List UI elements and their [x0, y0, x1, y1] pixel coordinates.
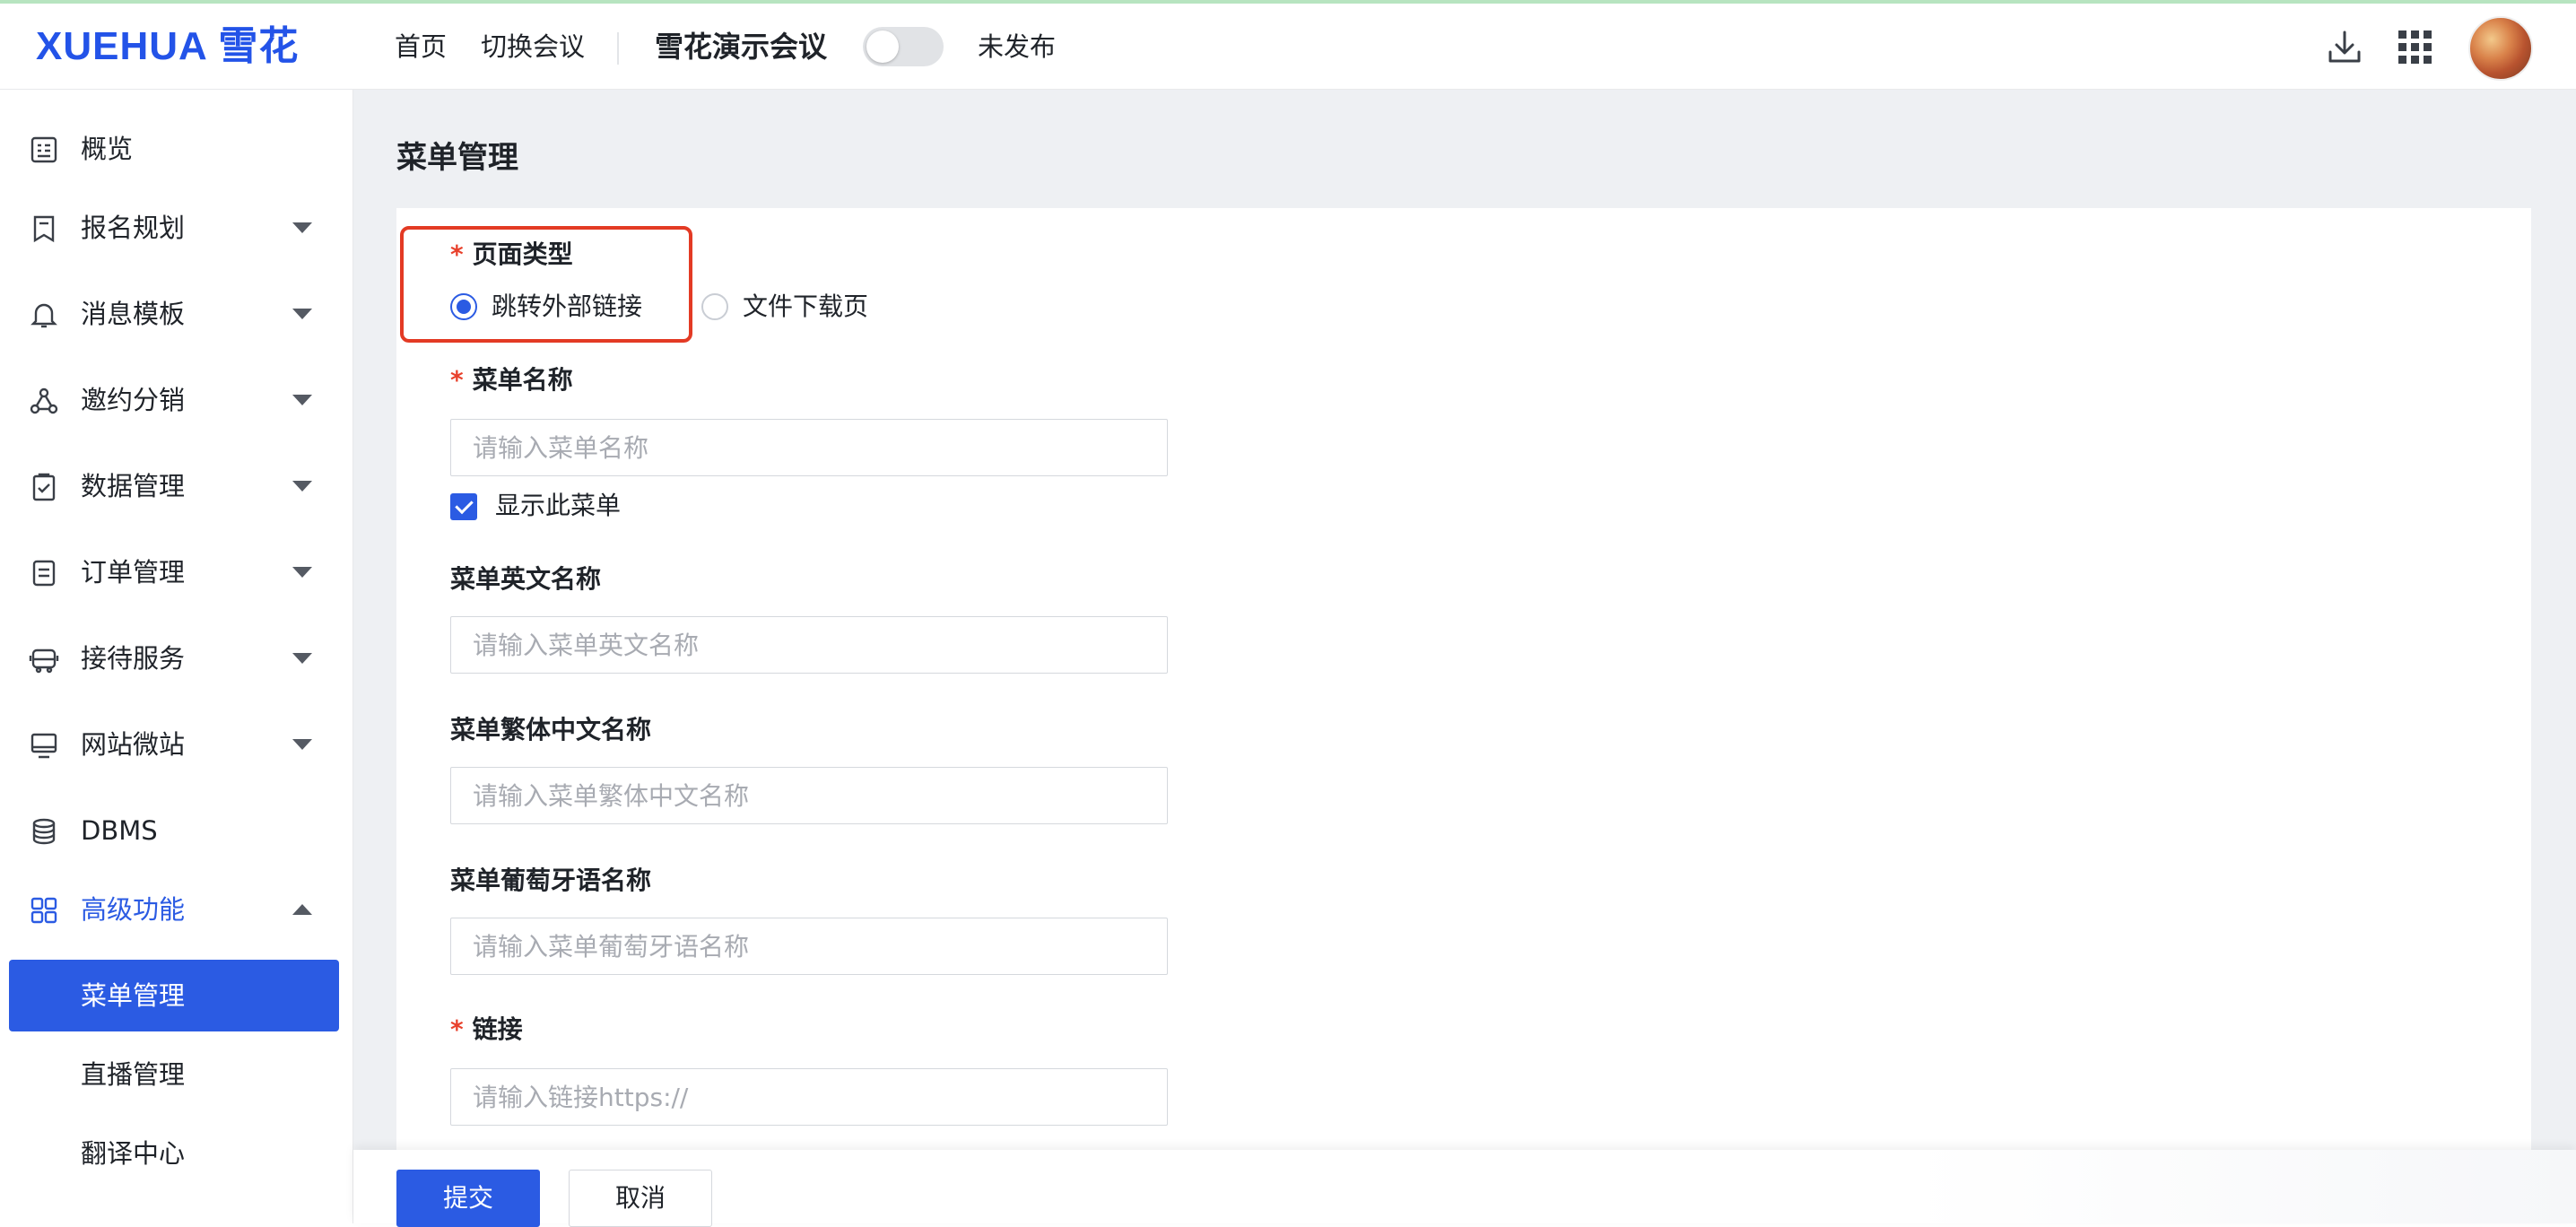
form-action-bar: 提交 取消	[353, 1150, 2576, 1227]
database-icon	[32, 818, 56, 845]
sidebar-item-advanced[interactable]: 高级功能	[0, 877, 352, 942]
grid-icon	[30, 897, 57, 924]
required-mark: *	[450, 239, 464, 269]
link-input[interactable]	[450, 1068, 1168, 1126]
menu-name-tc-label: 菜单繁体中文名称	[450, 715, 652, 744]
bell-icon	[30, 303, 57, 328]
radio-label: 文件下载页	[743, 292, 869, 321]
page-type-label: * 页面类型	[450, 237, 573, 273]
user-avatar[interactable]	[2468, 16, 2533, 81]
menu-name-en-input[interactable]	[450, 616, 1168, 674]
clipboard-check-icon	[32, 473, 56, 501]
sidebar-item-overview[interactable]: 概览	[0, 117, 352, 181]
sidebar-item-data-management[interactable]: 数据管理	[0, 454, 352, 518]
link-label-text: 链接	[472, 1014, 523, 1044]
chevron-down-icon	[292, 739, 312, 750]
link-label: * 链接	[450, 1012, 523, 1048]
radio-circle	[450, 293, 477, 320]
publish-status-text: 未发布	[978, 31, 1057, 62]
sidebar-item-label: 概览	[81, 134, 134, 164]
publish-toggle[interactable]	[863, 27, 944, 66]
chevron-down-icon	[292, 567, 312, 578]
menu-name-en-label: 菜单英文名称	[450, 564, 602, 594]
top-header: XUEHUA 雪花 首页 切换会议 雪花演示会议 未发布	[0, 4, 2576, 90]
sidebar-item-label: 订单管理	[81, 557, 186, 587]
sidebar-item-label: 网站微站	[81, 729, 186, 760]
page-type-label-text: 页面类型	[472, 239, 573, 269]
sidebar-item-label: 消息模板	[81, 299, 186, 329]
menu-name-pt-input[interactable]	[450, 918, 1168, 975]
menu-name-input[interactable]	[450, 419, 1168, 476]
sidebar-subitem-menu-management[interactable]: 菜单管理	[9, 960, 339, 1031]
chevron-down-icon	[292, 395, 312, 405]
overview-icon	[30, 136, 57, 163]
toggle-knob	[866, 30, 899, 63]
brand-logo[interactable]: XUEHUA 雪花	[36, 22, 299, 72]
sidebar-nav: 概览 报名规划 消息模板 邀约分销 数据管理 订单管理 接待服务 网站微站 DB…	[0, 90, 353, 1223]
conference-title: 雪花演示会议	[655, 30, 828, 64]
show-menu-label: 显示此菜单	[495, 491, 622, 520]
sidebar-item-registration[interactable]: 报名规划	[0, 196, 352, 260]
sidebar-item-reception-service[interactable]: 接待服务	[0, 626, 352, 691]
nav-divider	[617, 32, 619, 65]
sidebar-subitem-live-management[interactable]: 直播管理	[9, 1039, 339, 1110]
apps-grid-icon[interactable]	[2393, 25, 2436, 68]
radio-circle	[701, 293, 728, 320]
radio-label: 跳转外部链接	[492, 292, 643, 321]
bookmark-icon	[33, 215, 55, 243]
required-mark: *	[450, 1014, 464, 1044]
sidebar-item-message-templates[interactable]: 消息模板	[0, 282, 352, 346]
sidebar-item-dbms[interactable]: DBMS	[0, 798, 352, 863]
chevron-down-icon	[292, 222, 312, 233]
nav-home-link[interactable]: 首页	[395, 29, 447, 65]
sidebar-subitem-translation-center[interactable]: 翻译中心	[9, 1118, 339, 1189]
download-icon[interactable]	[2323, 25, 2366, 68]
sidebar-item-invite-distribution[interactable]: 邀约分销	[0, 368, 352, 432]
share-network-icon	[30, 387, 58, 414]
sidebar-subitem-label: 直播管理	[81, 1059, 186, 1090]
sidebar-subitem-label: 翻译中心	[81, 1138, 186, 1169]
menu-name-label: * 菜单名称	[450, 362, 573, 398]
cancel-button[interactable]: 取消	[569, 1170, 712, 1227]
checkbox-checked-icon	[450, 493, 477, 520]
sidebar-item-order-management[interactable]: 订单管理	[0, 540, 352, 605]
sidebar-item-label: 接待服务	[81, 643, 186, 674]
sidebar-item-label: 邀约分销	[81, 385, 186, 415]
sidebar-item-label: 数据管理	[81, 471, 186, 501]
sidebar-item-label: DBMS	[81, 815, 158, 846]
menu-name-tc-input[interactable]	[450, 767, 1168, 824]
nav-switch-conference-link[interactable]: 切换会议	[481, 29, 585, 65]
required-mark: *	[450, 365, 464, 395]
order-icon	[32, 560, 56, 587]
sidebar-item-website[interactable]: 网站微站	[0, 712, 352, 777]
sidebar-subitem-label: 菜单管理	[81, 980, 186, 1011]
sidebar-item-label: 报名规划	[81, 213, 186, 243]
radio-external-link[interactable]: 跳转外部链接	[450, 289, 648, 325]
page-title: 菜单管理	[396, 140, 518, 176]
chevron-down-icon	[292, 481, 312, 492]
chevron-down-icon	[292, 653, 312, 664]
menu-name-label-text: 菜单名称	[472, 365, 573, 395]
chevron-down-icon	[292, 309, 312, 319]
radio-file-download[interactable]: 文件下载页	[701, 289, 881, 325]
sidebar-item-label: 高级功能	[81, 894, 186, 925]
chevron-up-icon	[292, 904, 312, 915]
submit-button[interactable]: 提交	[396, 1170, 540, 1227]
menu-name-pt-label: 菜单葡萄牙语名称	[450, 866, 652, 895]
bus-icon	[29, 648, 59, 674]
monitor-icon	[30, 733, 57, 759]
